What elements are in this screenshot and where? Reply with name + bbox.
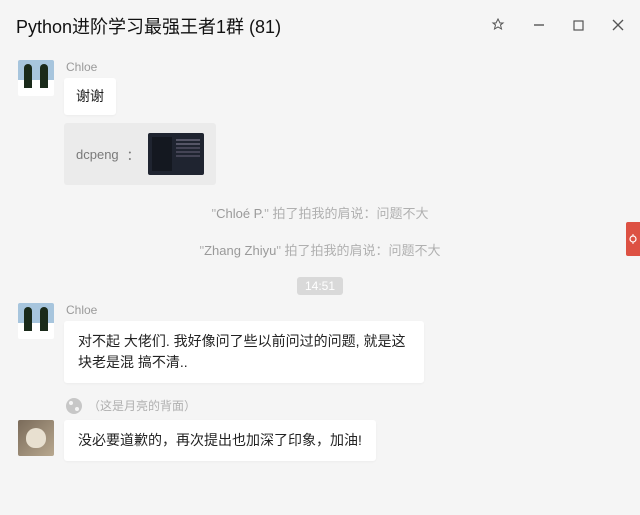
message-row: Chloe 谢谢 dcpeng ： xyxy=(8,60,632,185)
message-column: Chloe 谢谢 dcpeng ： xyxy=(64,60,216,185)
pin-icon[interactable] xyxy=(491,18,505,35)
timestamp-divider: 14:51 xyxy=(8,277,632,295)
pat-user: Chloé P. xyxy=(216,206,264,221)
avatar[interactable] xyxy=(18,420,54,456)
close-icon[interactable] xyxy=(612,18,624,34)
message-bubble[interactable]: 没必要道歉的，再次提出也加深了印象，加油! xyxy=(64,420,376,461)
message-bubble[interactable]: 对不起 大佬们. 我好像问了些以前问过的问题, 就是这块老是混 搞不清.. xyxy=(64,321,424,383)
minimize-icon[interactable] xyxy=(533,18,545,34)
message-column: 没必要道歉的，再次提出也加深了印象，加油! xyxy=(64,420,376,461)
quoted-author: dcpeng xyxy=(76,147,119,162)
message-row: Chloe 对不起 大佬们. 我好像问了些以前问过的问题, 就是这块老是混 搞不… xyxy=(8,303,632,383)
title-bar: Python进阶学习最强王者1群 (81) xyxy=(0,0,640,52)
window-controls xyxy=(491,18,624,35)
sender-badge-row: （这是月亮的背面） xyxy=(66,397,632,414)
badge-icon xyxy=(66,398,82,414)
avatar[interactable] xyxy=(18,60,54,96)
avatar[interactable] xyxy=(18,303,54,339)
chat-area: Chloe 谢谢 dcpeng ： "Chloé P." 拍了拍我的肩说：问题不大… xyxy=(0,60,640,469)
chat-title: Python进阶学习最强王者1群 (81) xyxy=(16,13,491,39)
message-bubble[interactable]: 谢谢 xyxy=(64,78,116,115)
timestamp-label: 14:51 xyxy=(297,277,343,295)
sender-name: Chloe xyxy=(66,303,424,317)
pat-notification: "Zhang Zhiyu" 拍了拍我的肩说：问题不大 xyxy=(8,240,632,259)
maximize-icon[interactable] xyxy=(573,18,584,34)
quoted-image-thumb[interactable] xyxy=(148,133,204,175)
quoted-reference[interactable]: dcpeng ： xyxy=(64,123,216,185)
pat-user: Zhang Zhiyu xyxy=(204,243,276,258)
sender-nickname: （这是月亮的背面） xyxy=(88,397,196,414)
quoted-colon: ： xyxy=(127,145,140,164)
pat-notification: "Chloé P." 拍了拍我的肩说：问题不大 xyxy=(8,203,632,222)
sender-name: Chloe xyxy=(66,60,216,74)
message-column: Chloe 对不起 大佬们. 我好像问了些以前问过的问题, 就是这块老是混 搞不… xyxy=(64,303,424,383)
side-tab-button[interactable] xyxy=(626,222,640,256)
message-row: 没必要道歉的，再次提出也加深了印象，加油! xyxy=(8,420,632,461)
